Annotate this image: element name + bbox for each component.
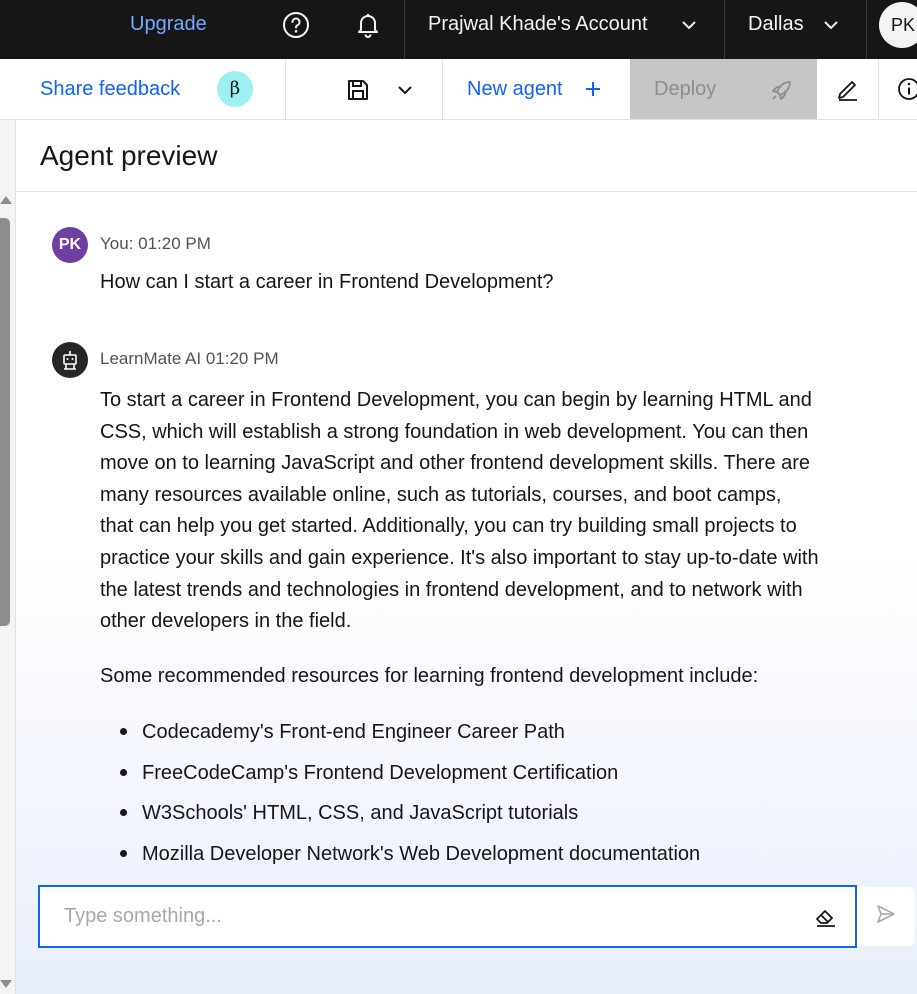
resource-label: FreeCodeCamp's Frontend Development Cert… xyxy=(142,761,619,784)
rocket-icon xyxy=(769,77,795,108)
send-icon xyxy=(875,903,897,930)
toolbar-divider xyxy=(442,59,443,119)
top-navigation-bar: Upgrade Prajwal Khade's Account Dallas P… xyxy=(0,0,917,59)
topbar-divider xyxy=(866,0,867,59)
bot-message-paragraph: To start a career in Frontend Developmen… xyxy=(100,389,819,633)
agent-toolbar: Share feedback β New agent Deploy xyxy=(0,59,917,120)
bell-icon[interactable] xyxy=(351,8,385,42)
bot-message-meta: LearnMate AI 01:20 PM xyxy=(100,349,279,368)
list-item: Codecademy's Front-end Engineer Career P… xyxy=(100,712,860,753)
panel-header: Agent preview xyxy=(16,120,917,192)
message-input-container xyxy=(38,885,857,948)
save-icon[interactable] xyxy=(345,77,371,103)
list-item: Mozilla Developer Network's Web Developm… xyxy=(100,834,860,875)
resource-list: Codecademy's Front-end Engineer Career P… xyxy=(100,712,860,874)
send-button[interactable] xyxy=(857,887,915,946)
list-item: FreeCodeCamp's Frontend Development Cert… xyxy=(100,753,860,794)
chat-transcript: PK You: 01:20 PM How can I start a caree… xyxy=(16,192,917,994)
chevron-down-icon[interactable] xyxy=(680,16,698,39)
topbar-divider xyxy=(404,0,405,59)
deploy-label: Deploy xyxy=(654,78,717,100)
bullet-icon xyxy=(120,809,127,816)
help-icon[interactable] xyxy=(279,8,313,42)
message-input[interactable] xyxy=(64,887,804,946)
scrollbar-thumb[interactable] xyxy=(0,218,10,626)
bot-message-intro: Some recommended resources for learning … xyxy=(100,665,759,687)
bullet-icon xyxy=(120,849,127,857)
region-switcher[interactable]: Dallas xyxy=(748,0,804,49)
user-message-avatar: PK xyxy=(52,227,88,263)
bullet-icon xyxy=(120,768,127,776)
account-switcher[interactable]: Prajwal Khade's Account xyxy=(428,0,648,49)
upgrade-link[interactable]: Upgrade xyxy=(130,0,207,49)
list-item: W3Schools' HTML, CSS, and JavaScript tut… xyxy=(100,793,860,834)
user-avatar[interactable]: PK xyxy=(879,2,917,48)
share-feedback-link[interactable]: Share feedback xyxy=(40,59,180,119)
save-options-chevron-icon[interactable] xyxy=(396,81,414,104)
topbar-divider xyxy=(724,0,725,59)
plus-icon[interactable] xyxy=(583,77,603,106)
scroll-up-arrow-icon[interactable] xyxy=(0,196,12,204)
chevron-down-icon[interactable] xyxy=(822,16,840,39)
robot-icon xyxy=(52,342,88,378)
user-message-meta: You: 01:20 PM xyxy=(100,234,211,253)
new-agent-button[interactable]: New agent xyxy=(467,59,563,119)
eraser-icon[interactable] xyxy=(814,905,838,929)
resource-label: Codecademy's Front-end Engineer Career P… xyxy=(142,721,565,743)
pencil-icon[interactable] xyxy=(835,76,861,107)
scroll-down-arrow-icon[interactable] xyxy=(0,980,12,988)
deploy-button[interactable]: Deploy xyxy=(630,59,817,119)
resource-label: W3Schools' HTML, CSS, and JavaScript tut… xyxy=(142,802,579,824)
toolbar-divider xyxy=(285,59,286,119)
user-message-text: How can I start a career in Frontend Dev… xyxy=(100,271,554,293)
beta-badge: β xyxy=(217,71,253,107)
toolbar-divider xyxy=(878,59,879,119)
bullet-icon xyxy=(120,728,127,735)
resource-label: Mozilla Developer Network's Web Developm… xyxy=(142,842,701,865)
page-title: Agent preview xyxy=(40,140,218,171)
info-icon[interactable] xyxy=(897,77,917,106)
